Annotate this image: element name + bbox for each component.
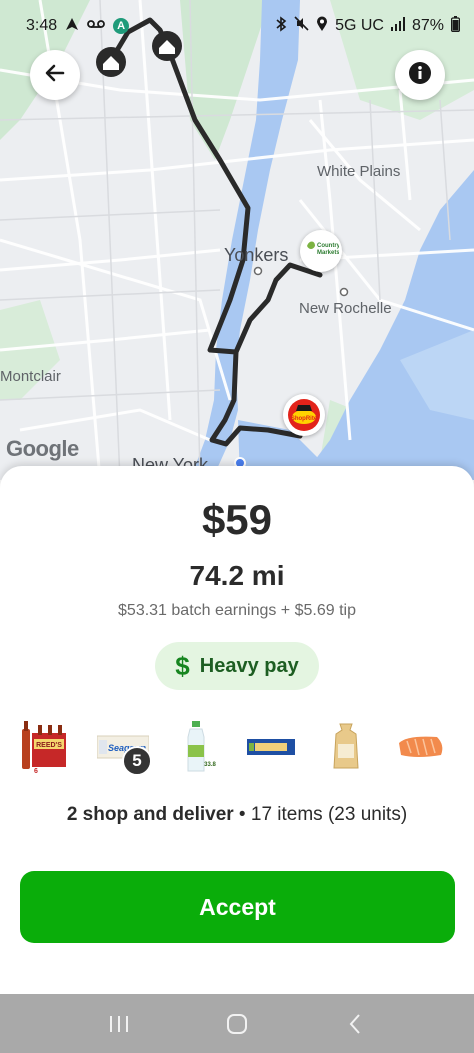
product-thumb-reeds-six-pack: REED'S 6 xyxy=(18,716,70,778)
quantity-badge: 5 xyxy=(122,746,152,776)
order-summary: 2 shop and deliver • 17 items (23 units) xyxy=(0,804,474,826)
voicemail-icon xyxy=(87,17,106,35)
status-time: 3:48 xyxy=(26,17,58,34)
map-label-new-rochelle: New Rochelle xyxy=(299,300,392,317)
item-count: 17 items (23 units) xyxy=(250,804,408,825)
svg-text:Country: Country xyxy=(317,243,339,249)
mute-icon xyxy=(294,16,309,36)
svg-text:REED'S: REED'S xyxy=(36,742,62,749)
bluetooth-icon xyxy=(275,15,287,37)
app-notification-icon: A xyxy=(113,18,130,34)
info-icon xyxy=(408,61,432,90)
product-thumb-bread-bag xyxy=(326,716,366,778)
product-thumb-water-bottle: 33.8 xyxy=(176,716,220,778)
system-nav-bar xyxy=(0,994,474,1053)
chevron-left-icon xyxy=(349,1013,360,1034)
navigation-arrow-icon xyxy=(65,17,79,36)
svg-text:ShopRite: ShopRite xyxy=(291,416,318,422)
store-pin-shoprite[interactable]: ShopRite xyxy=(283,394,325,436)
offer-distance: 74.2 mi xyxy=(189,560,285,591)
home-button[interactable] xyxy=(217,1004,257,1044)
product-thumb-salmon-fillet xyxy=(396,716,446,778)
battery-charging-icon xyxy=(450,15,461,37)
map-label-montclair: Montclair xyxy=(0,368,61,385)
system-back-button[interactable] xyxy=(335,1004,375,1044)
arrow-left-icon xyxy=(43,61,67,90)
order-type: 2 shop and deliver xyxy=(66,804,234,825)
offer-price: $59 xyxy=(201,496,273,543)
offer-sheet: $59 74.2 mi $53.31 batch earnings + $5.6… xyxy=(0,466,474,994)
signal-icon xyxy=(390,16,405,36)
map-label-yonkers: Yonkers xyxy=(224,245,289,265)
heavy-pay-label: Heavy pay xyxy=(199,654,299,677)
svg-text:Markets: Markets xyxy=(317,250,339,256)
status-bar: 3:48 A 5G UC 87% xyxy=(0,0,474,52)
product-thumb-pasta-box xyxy=(246,716,296,778)
recent-apps-button[interactable] xyxy=(99,1004,139,1044)
home-icon xyxy=(227,1013,247,1034)
route-map[interactable]: 3:48 A 5G UC 87% White Plains Yonkers Ne… xyxy=(0,0,474,480)
dollar-icon: $ xyxy=(175,650,190,681)
map-label-white-plains: White Plains xyxy=(317,163,401,180)
recent-apps-icon xyxy=(110,1015,128,1032)
country-markets-logo: Country Markets xyxy=(307,241,339,256)
shoprite-logo: ShopRite xyxy=(288,399,320,431)
summary-separator: • xyxy=(233,804,251,825)
earnings-breakdown: $53.31 batch earnings + $5.69 tip xyxy=(118,602,356,619)
battery-percent: 87% xyxy=(411,17,444,34)
accept-button[interactable]: Accept xyxy=(20,871,455,943)
heavy-pay-badge: $ Heavy pay xyxy=(155,642,319,690)
back-button[interactable] xyxy=(30,50,80,100)
location-icon xyxy=(316,16,328,37)
network-label: 5G UC xyxy=(335,17,384,34)
svg-text:6: 6 xyxy=(34,768,38,775)
svg-text:33.8: 33.8 xyxy=(204,762,216,768)
product-thumbnails[interactable]: REED'S 6 Seagram 5 33.8 xyxy=(0,716,474,778)
info-button[interactable] xyxy=(395,50,445,100)
google-logo: Google xyxy=(6,436,79,461)
store-pin-country-markets[interactable]: Country Markets xyxy=(300,230,342,272)
